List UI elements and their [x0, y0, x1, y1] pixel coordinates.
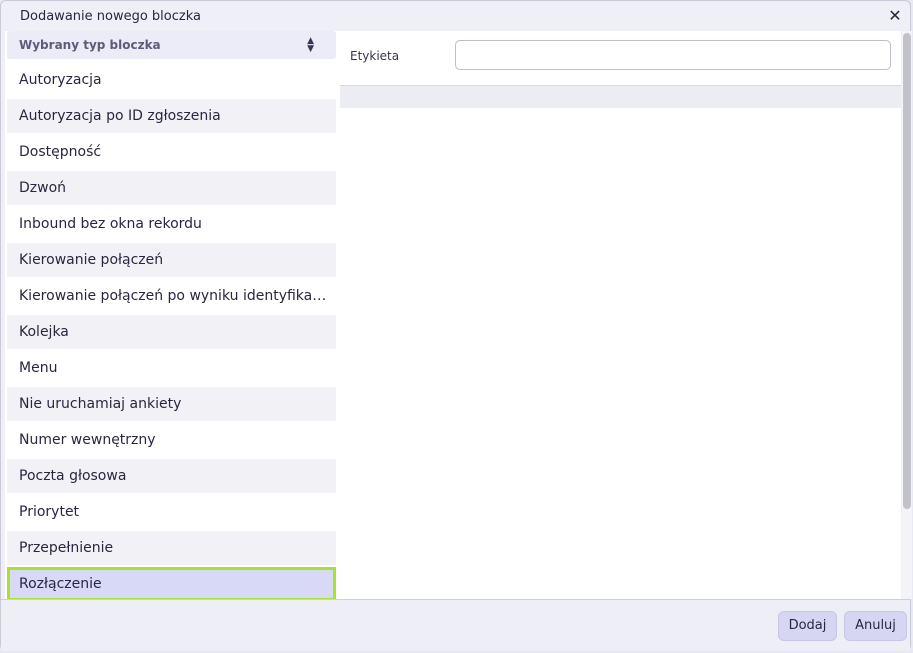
block-type-select-label: Wybrany typ bloczka: [19, 38, 161, 52]
dialog-content: Etykieta Wybrany typ bloczka ▲ ▼ Autoryza…: [5, 31, 901, 599]
block-type-option[interactable]: Autoryzacja: [7, 63, 336, 97]
label-input[interactable]: [455, 40, 891, 70]
scrollbar-thumb[interactable]: [903, 33, 911, 509]
block-type-option[interactable]: Menu: [7, 351, 336, 385]
label-field-label: Etykieta: [350, 49, 400, 63]
block-type-select-header[interactable]: Wybrany typ bloczka ▲ ▼: [7, 31, 336, 59]
block-type-option[interactable]: Rozłączenie: [7, 567, 336, 599]
cancel-button[interactable]: Anuluj: [844, 611, 907, 641]
block-type-option[interactable]: Kierowanie połączeń: [7, 243, 336, 277]
block-type-option[interactable]: Dzwoń: [7, 171, 336, 205]
close-icon[interactable]: ✕: [886, 7, 904, 25]
add-block-dialog: Dodawanie nowego bloczka ✕ Etykieta Wybr…: [0, 0, 912, 651]
block-type-option[interactable]: Nie uruchamiaj ankiety: [7, 387, 336, 421]
dialog-titlebar: Dodawanie nowego bloczka ✕: [1, 1, 910, 31]
block-type-dropdown[interactable]: Wybrany typ bloczka ▲ ▼ Autoryzacja Autory…: [7, 31, 336, 599]
block-type-option[interactable]: Kolejka: [7, 315, 336, 349]
block-type-option[interactable]: Autoryzacja po ID zgłoszenia: [7, 99, 336, 133]
sort-icon[interactable]: ▲ ▼: [307, 37, 314, 54]
dialog-title: Dodawanie nowego bloczka: [20, 9, 201, 24]
scrollbar[interactable]: [902, 31, 912, 599]
block-type-option[interactable]: Dostępność: [7, 135, 336, 169]
form-section-band: [340, 85, 901, 108]
add-button[interactable]: Dodaj: [778, 611, 837, 641]
label-form-row: Etykieta: [340, 31, 901, 85]
block-type-option[interactable]: Poczta głosowa: [7, 459, 336, 493]
block-type-option[interactable]: Numer wewnętrzny: [7, 423, 336, 457]
block-type-option[interactable]: Inbound bez okna rekordu: [7, 207, 336, 241]
block-type-option[interactable]: Przepełnienie: [7, 531, 336, 565]
dialog-footer: Dodaj Anuluj: [1, 599, 910, 651]
block-type-option[interactable]: Kierowanie połączeń po wyniku identyfika…: [7, 279, 336, 313]
block-type-option[interactable]: Priorytet: [7, 495, 336, 529]
